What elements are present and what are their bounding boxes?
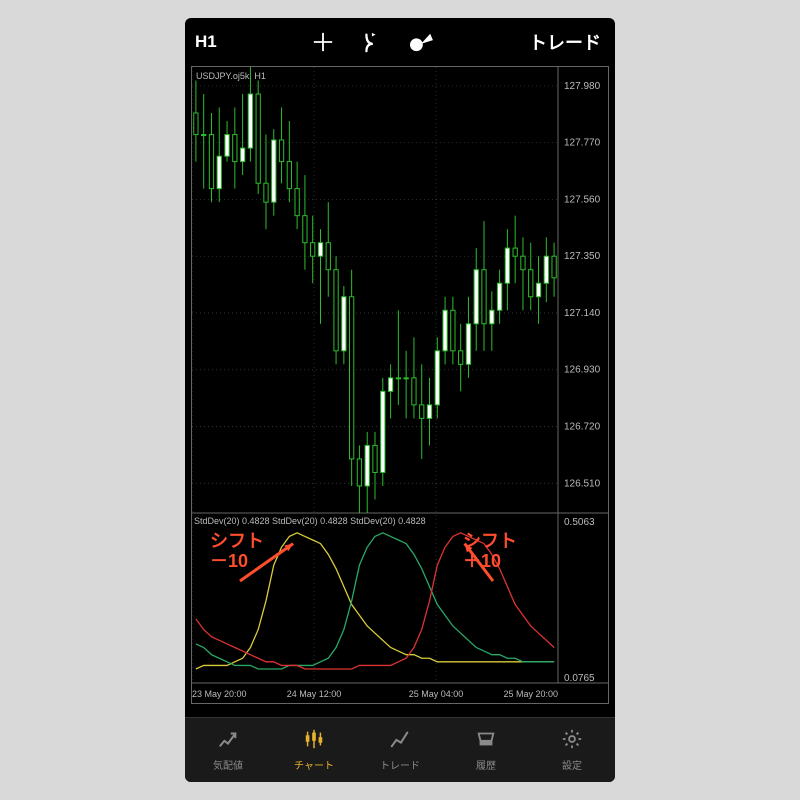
svg-text:0.0765: 0.0765 (564, 673, 595, 684)
svg-text:25 May 20:00: 25 May 20:00 (503, 689, 558, 699)
svg-text:126.720: 126.720 (564, 422, 601, 433)
tab-label: 気配値 (213, 757, 243, 772)
trade-icon (388, 728, 412, 755)
tab-chart[interactable]: チャート (271, 718, 357, 782)
svg-text:127.350: 127.350 (564, 251, 601, 262)
svg-text:シフト: シフト (210, 531, 264, 551)
svg-text:0.5063: 0.5063 (564, 517, 595, 528)
indicator-icon[interactable] (360, 31, 382, 53)
timeframe-button[interactable]: H1 (195, 32, 217, 52)
svg-text:127.980: 127.980 (564, 81, 601, 92)
history-icon (474, 728, 498, 755)
svg-text:StdDev(20) 0.4828 StdDev(20) 0: StdDev(20) 0.4828 StdDev(20) 0.4828 StdD… (194, 516, 426, 526)
object-icon[interactable] (408, 31, 434, 53)
top-toolbar: H1 トレード (185, 18, 615, 66)
svg-text:USDJPY.oj5k, H1: USDJPY.oj5k, H1 (196, 71, 266, 81)
tab-quotes[interactable]: 気配値 (185, 718, 271, 782)
bottom-tabs: 気配値 チャート トレード 履歴 設定 (185, 717, 615, 782)
svg-text:127.140: 127.140 (564, 308, 601, 319)
svg-text:－10: －10 (210, 551, 248, 571)
tab-settings[interactable]: 設定 (529, 718, 615, 782)
svg-text:126.510: 126.510 (564, 478, 601, 489)
tab-label: 設定 (562, 757, 582, 772)
svg-text:23 May 20:00: 23 May 20:00 (192, 689, 247, 699)
svg-text:25 May 04:00: 25 May 04:00 (409, 689, 464, 699)
settings-icon (560, 728, 584, 755)
svg-text:127.560: 127.560 (564, 194, 601, 205)
crosshair-icon[interactable] (312, 31, 334, 53)
chart-icon (302, 728, 326, 755)
svg-text:24 May 12:00: 24 May 12:00 (287, 689, 342, 699)
tab-label: 履歴 (476, 757, 496, 772)
tab-label: チャート (294, 757, 334, 772)
quotes-icon (216, 728, 240, 755)
tab-history[interactable]: 履歴 (443, 718, 529, 782)
chart-area[interactable]: 126.510 126.720 126.930 127.140 127.350 127.5… (191, 66, 609, 704)
svg-text:126.930: 126.930 (564, 365, 601, 376)
tab-label: トレード (380, 757, 420, 772)
tab-trade[interactable]: トレード (357, 718, 443, 782)
svg-text:127.770: 127.770 (564, 138, 601, 149)
trade-button[interactable]: トレード (529, 29, 601, 55)
